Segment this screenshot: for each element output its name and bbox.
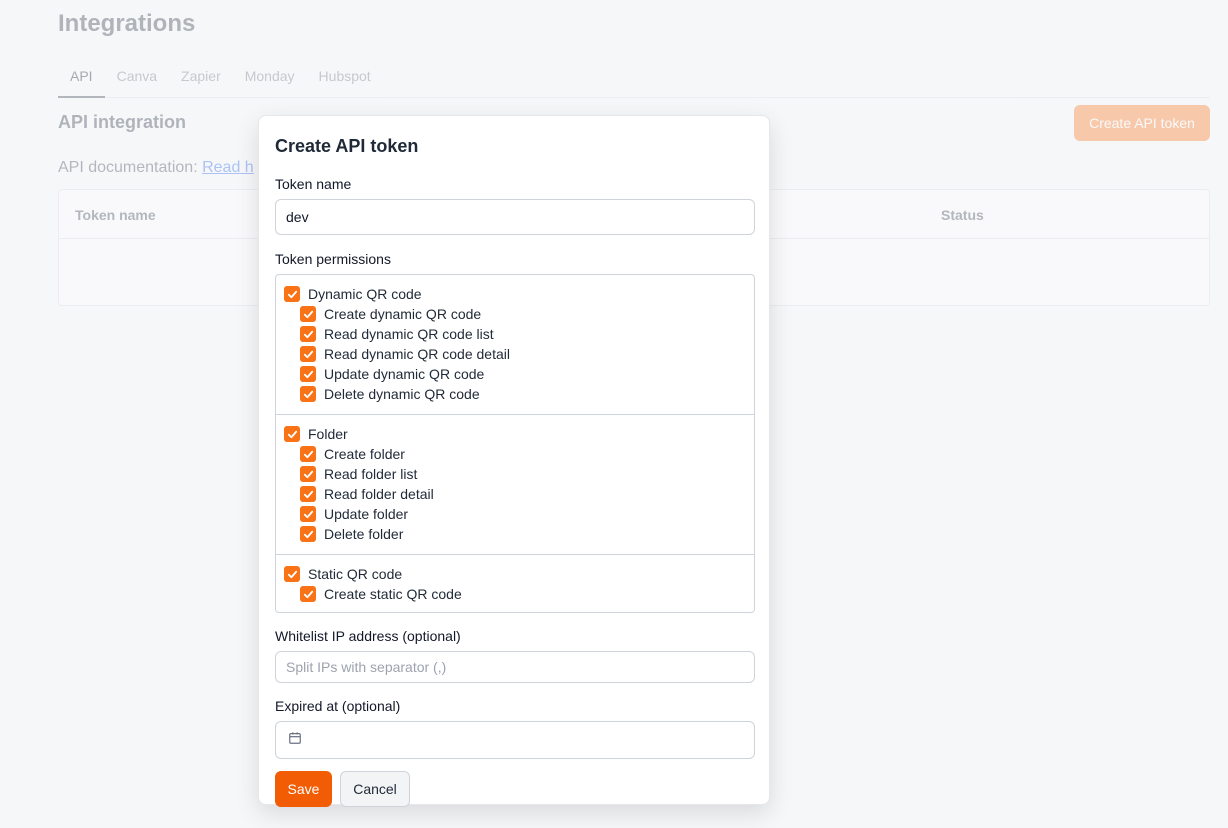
permission-item-label: Read folder detail xyxy=(324,486,434,502)
permission-group-static-qr: Static QR code Create static QR code xyxy=(276,555,754,612)
permission-item-label: Delete dynamic QR code xyxy=(324,386,480,402)
token-name-label: Token name xyxy=(275,176,352,192)
permissions-box: Dynamic QR code Create dynamic QR code R… xyxy=(275,274,755,613)
permission-group-checkbox[interactable]: Folder xyxy=(284,424,746,444)
permission-item-label: Create static QR code xyxy=(324,586,462,602)
section-title: API integration xyxy=(58,112,187,132)
token-name-input[interactable]: dev xyxy=(275,199,755,235)
header-token-name: Token name xyxy=(75,207,156,223)
whitelist-ip-input[interactable] xyxy=(275,651,755,683)
create-api-token-modal: Create API token Token name dev Token pe… xyxy=(258,115,770,807)
permission-item[interactable]: Delete folder xyxy=(284,524,746,544)
permission-item[interactable]: Create static QR code xyxy=(284,584,746,604)
checkbox-checked-icon[interactable] xyxy=(284,286,300,302)
checkbox-checked-icon[interactable] xyxy=(300,506,316,522)
permission-group-label: Folder xyxy=(308,426,348,442)
permission-item-label: Read dynamic QR code list xyxy=(324,326,494,342)
checkbox-checked-icon[interactable] xyxy=(300,486,316,502)
permission-item-label: Read dynamic QR code detail xyxy=(324,346,510,362)
save-button[interactable]: Save xyxy=(275,771,332,807)
checkbox-checked-icon[interactable] xyxy=(300,526,316,542)
checkbox-checked-icon[interactable] xyxy=(300,466,316,482)
whitelist-label: Whitelist IP address (optional) xyxy=(275,628,461,644)
permission-item[interactable]: Read dynamic QR code list xyxy=(284,324,746,344)
permission-item-label: Update dynamic QR code xyxy=(324,366,485,382)
checkbox-checked-icon[interactable] xyxy=(300,346,316,362)
checkbox-checked-icon[interactable] xyxy=(300,586,316,602)
permission-item[interactable]: Read folder detail xyxy=(284,484,746,504)
cancel-button[interactable]: Cancel xyxy=(340,771,410,807)
permission-group-label: Static QR code xyxy=(308,566,403,582)
permission-item-label: Delete folder xyxy=(324,526,404,542)
integration-tabs: API Canva Zapier Monday Hubspot xyxy=(58,60,1210,98)
expired-at-date-picker[interactable] xyxy=(275,721,755,759)
permission-group-checkbox[interactable]: Dynamic QR code xyxy=(284,284,746,304)
tab-api[interactable]: API xyxy=(58,60,105,98)
permission-group-label: Dynamic QR code xyxy=(308,286,422,302)
permission-item[interactable]: Update folder xyxy=(284,504,746,524)
checkbox-checked-icon[interactable] xyxy=(300,446,316,462)
page-title: Integrations xyxy=(58,10,196,37)
permission-item[interactable]: Read dynamic QR code detail xyxy=(284,344,746,364)
modal-actions: Save Cancel xyxy=(275,771,753,807)
modal-title: Create API token xyxy=(275,136,419,156)
doc-label: API documentation: xyxy=(58,159,198,176)
api-documentation-line: API documentation: Read h xyxy=(58,159,254,177)
checkbox-checked-icon[interactable] xyxy=(300,366,316,382)
doc-link[interactable]: Read h xyxy=(202,159,254,176)
permission-item-label: Create dynamic QR code xyxy=(324,306,482,322)
expired-at-label: Expired at (optional) xyxy=(275,698,401,714)
permission-item[interactable]: Create dynamic QR code xyxy=(284,304,746,324)
header-status: Status xyxy=(941,207,984,223)
permission-item-label: Create folder xyxy=(324,446,405,462)
tab-monday[interactable]: Monday xyxy=(233,60,307,98)
permission-group-checkbox[interactable]: Static QR code xyxy=(284,564,746,584)
permission-item[interactable]: Create folder xyxy=(284,444,746,464)
permission-item-label: Update folder xyxy=(324,506,409,522)
tab-canva[interactable]: Canva xyxy=(105,60,169,98)
checkbox-checked-icon[interactable] xyxy=(284,426,300,442)
checkbox-checked-icon[interactable] xyxy=(300,306,316,322)
tab-zapier[interactable]: Zapier xyxy=(169,60,233,98)
permission-group-dynamic-qr: Dynamic QR code Create dynamic QR code R… xyxy=(276,275,754,415)
checkbox-checked-icon[interactable] xyxy=(284,566,300,582)
tab-hubspot[interactable]: Hubspot xyxy=(307,60,383,98)
permission-item[interactable]: Delete dynamic QR code xyxy=(284,384,746,404)
permission-item[interactable]: Update dynamic QR code xyxy=(284,364,746,384)
permission-item[interactable]: Read folder list xyxy=(284,464,746,484)
calendar-icon[interactable] xyxy=(288,731,302,750)
checkbox-checked-icon[interactable] xyxy=(300,326,316,342)
checkbox-checked-icon[interactable] xyxy=(300,386,316,402)
permission-item-label: Read folder list xyxy=(324,466,418,482)
create-api-token-button[interactable]: Create API token xyxy=(1074,105,1210,141)
permission-group-folder: Folder Create folder Read folder list Re… xyxy=(276,415,754,555)
token-permissions-label: Token permissions xyxy=(275,251,391,267)
